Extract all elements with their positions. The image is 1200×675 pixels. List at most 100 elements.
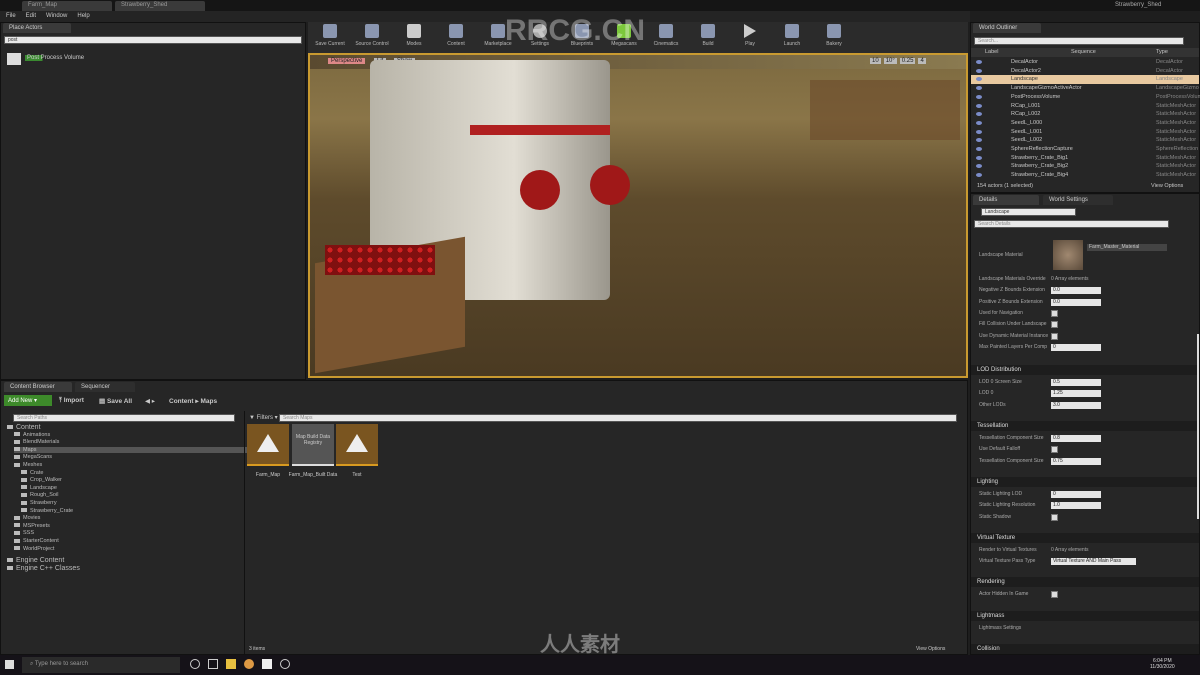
details-section-header[interactable]: Virtual Texture: [971, 532, 1199, 543]
folder-item[interactable]: StarterContent: [14, 538, 59, 544]
property-checkbox[interactable]: [1051, 332, 1058, 340]
property-dropdown[interactable]: Virtual Texture AND Main Pass: [1051, 558, 1136, 566]
level-tab[interactable]: Strawberry_Shed: [115, 1, 205, 11]
save-all-button[interactable]: ▤ Save All: [99, 397, 132, 405]
visibility-eye-icon[interactable]: [976, 138, 982, 143]
property-value[interactable]: 1.0: [1051, 502, 1101, 510]
property-value[interactable]: 3.0: [1051, 401, 1101, 409]
asset-farm-map[interactable]: [247, 424, 289, 466]
folder-item[interactable]: BlendMaterials: [14, 439, 59, 445]
view-mode-button[interactable]: Perspective: [328, 58, 366, 64]
material-dropdown[interactable]: Farm_Master_Material: [1087, 244, 1167, 251]
outliner-row[interactable]: LandscapeGizmoActiveActor LandscapeGizmo: [971, 84, 1199, 93]
details-section-header[interactable]: Lightmass: [971, 610, 1199, 621]
outliner-row[interactable]: Strawberry_Crate_Big4 StaticMeshActor: [971, 171, 1199, 180]
visibility-eye-icon[interactable]: [976, 164, 982, 169]
menu-file[interactable]: File: [6, 13, 16, 20]
file-explorer-icon[interactable]: [226, 659, 236, 669]
tab-details[interactable]: Details: [973, 195, 1039, 205]
tab-place-actors[interactable]: Place Actors: [3, 23, 71, 33]
save-button[interactable]: Save Current: [312, 24, 348, 51]
tab-content-browser[interactable]: Content Browser: [4, 382, 72, 392]
outliner-row[interactable]: RCap_L002 StaticMeshActor: [971, 110, 1199, 119]
outliner-row[interactable]: SphereReflectionCapture SphereReflection: [971, 145, 1199, 154]
details-search[interactable]: Search Details: [974, 220, 1169, 228]
outliner-search[interactable]: Search...: [974, 37, 1184, 45]
play-button[interactable]: Play: [732, 24, 768, 51]
column-type[interactable]: Type: [1156, 49, 1168, 55]
details-section-header[interactable]: Tessellation: [971, 421, 1199, 431]
menu-help[interactable]: Help: [77, 13, 89, 20]
search-paths[interactable]: Search Paths: [13, 414, 235, 422]
asset-test[interactable]: [336, 424, 378, 466]
visibility-eye-icon[interactable]: [976, 60, 982, 64]
folder-item[interactable]: Landscape: [21, 485, 57, 491]
folder-item[interactable]: Strawberry: [21, 500, 57, 506]
outliner-row[interactable]: SeedL_L002 StaticMeshActor: [971, 136, 1199, 145]
launch-button[interactable]: Launch: [774, 24, 810, 51]
camera-speed[interactable]: 4: [918, 58, 926, 64]
outliner-row[interactable]: Strawberry_Crate_Big2 StaticMeshActor: [971, 162, 1199, 171]
property-value[interactable]: 0.0: [1051, 298, 1101, 306]
epic-launcher-icon[interactable]: [280, 659, 290, 669]
rotation-snap[interactable]: 10°: [883, 58, 897, 64]
bakery-button[interactable]: Bakery: [816, 24, 852, 51]
breadcrumb-maps[interactable]: Maps: [200, 398, 217, 405]
folder-item[interactable]: MSPresets: [14, 523, 50, 529]
menu-window[interactable]: Window: [46, 13, 67, 20]
outliner-row[interactable]: DecalActor DecalActor: [971, 58, 1199, 67]
visibility-eye-icon[interactable]: [976, 120, 982, 125]
filters-button[interactable]: ▼ Filters ▾: [249, 414, 278, 421]
cinematics-button[interactable]: Cinematics: [648, 24, 684, 51]
visibility-eye-icon[interactable]: [976, 103, 982, 108]
folder-item[interactable]: Meshes: [14, 462, 42, 468]
visibility-eye-icon[interactable]: [976, 68, 982, 73]
visibility-eye-icon[interactable]: [976, 112, 982, 117]
taskbar-search[interactable]: ⌕ Type here to search: [22, 657, 180, 673]
level-viewport[interactable]: Perspective Lit Show 10 10° 0.25 4: [308, 53, 968, 378]
source-control-button[interactable]: Source Control: [354, 24, 390, 51]
breadcrumb-content[interactable]: Content: [169, 398, 194, 405]
content-button[interactable]: Content: [438, 24, 474, 51]
history-nav[interactable]: ◀ ▸: [145, 397, 155, 405]
asset-search[interactable]: Search Maps: [279, 414, 957, 422]
visibility-eye-icon[interactable]: [976, 86, 982, 91]
clock[interactable]: 6:04 PM 11/30/2020: [1150, 658, 1175, 670]
unreal-icon[interactable]: [262, 659, 272, 669]
menu-edit[interactable]: Edit: [26, 13, 36, 20]
property-value[interactable]: 0: [1051, 343, 1101, 351]
property-checkbox[interactable]: [1051, 591, 1058, 599]
visibility-eye-icon[interactable]: [976, 129, 982, 134]
folder-item[interactable]: Movies: [14, 515, 40, 521]
grid-snap[interactable]: 10: [870, 58, 881, 64]
folder-item[interactable]: Strawberry_Crate: [21, 508, 73, 514]
folder-item[interactable]: Engine C++ Classes: [7, 565, 80, 572]
material-thumbnail[interactable]: [1053, 240, 1083, 270]
details-section-header[interactable]: Rendering: [971, 577, 1199, 588]
tab-world-settings[interactable]: World Settings: [1043, 195, 1113, 205]
task-view-icon[interactable]: [208, 659, 218, 669]
visibility-eye-icon[interactable]: [976, 77, 982, 82]
property-checkbox[interactable]: [1051, 446, 1058, 454]
outliner-row[interactable]: Strawberry_Crate_Big1 StaticMeshActor: [971, 154, 1199, 163]
folder-item[interactable]: WorldProject: [14, 546, 54, 552]
tab-sequencer[interactable]: Sequencer: [75, 382, 135, 392]
column-label[interactable]: Label: [985, 49, 998, 55]
scale-snap[interactable]: 0.25: [899, 58, 916, 64]
property-value[interactable]: 0.75: [1051, 457, 1101, 465]
property-value[interactable]: 0.5: [1051, 379, 1101, 387]
details-section-header[interactable]: LOD Distribution: [971, 365, 1199, 376]
visibility-eye-icon[interactable]: [976, 147, 982, 151]
visibility-eye-icon[interactable]: [976, 155, 982, 160]
property-value[interactable]: 1.25: [1051, 390, 1101, 398]
outliner-row[interactable]: SeedL_L001 StaticMeshActor: [971, 128, 1199, 137]
folder-item[interactable]: Engine Content: [7, 557, 64, 564]
folder-item[interactable]: Crop_Walker: [21, 477, 62, 483]
outliner-row[interactable]: DecalActor2 DecalActor: [971, 67, 1199, 76]
actor-item[interactable]: Post Process Volume: [25, 55, 85, 61]
property-value[interactable]: 0.8: [1051, 435, 1101, 442]
outliner-row[interactable]: PostProcessVolume PostProcessVolume: [971, 93, 1200, 102]
windows-start-icon[interactable]: [5, 660, 14, 669]
property-value[interactable]: 0.0: [1051, 287, 1101, 295]
outliner-row[interactable]: RCap_L001 StaticMeshActor: [971, 102, 1199, 111]
